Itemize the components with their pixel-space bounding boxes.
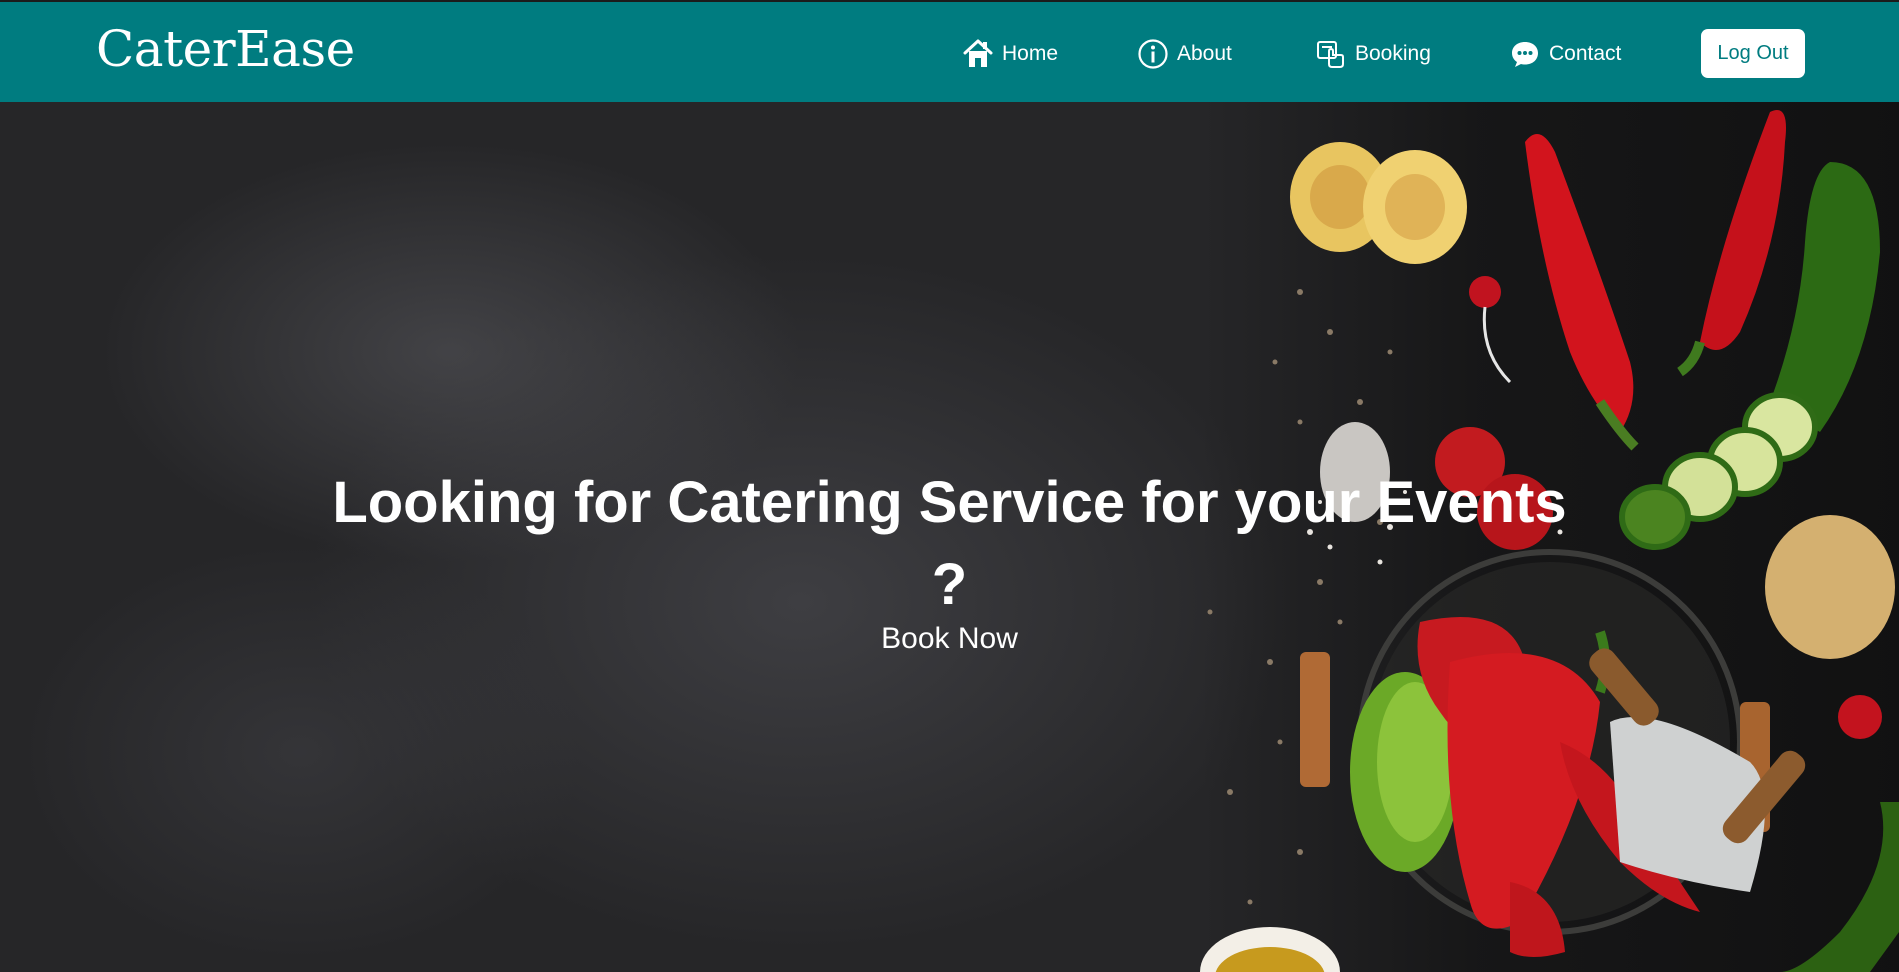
home-icon <box>962 38 994 70</box>
nav-about[interactable]: About <box>1137 34 1232 74</box>
nav-contact[interactable]: Contact <box>1509 34 1621 74</box>
hero-headline-line1: Looking for Catering Service for your Ev… <box>332 470 1567 535</box>
nav-about-label: About <box>1177 42 1232 65</box>
hero-section: Looking for Catering Service for your Ev… <box>0 102 1899 972</box>
hero-headline-line2: ? <box>931 552 968 617</box>
nav-home-label: Home <box>1002 42 1059 65</box>
info-icon <box>1137 38 1169 70</box>
booking-icon <box>1315 38 1347 70</box>
navbar: CaterEase Home About Booking Contact Log… <box>0 2 1899 102</box>
hero-headline: Looking for Catering Service for your Ev… <box>0 462 1899 626</box>
book-now-link[interactable]: Book Now <box>0 622 1899 656</box>
nav-home[interactable]: Home <box>962 34 1058 74</box>
brand-logo[interactable]: CaterEase <box>96 20 355 78</box>
nav-contact-label: Contact <box>1549 42 1622 65</box>
nav-booking[interactable]: Booking <box>1315 34 1431 74</box>
logout-button[interactable]: Log Out <box>1701 29 1805 78</box>
nav-booking-label: Booking <box>1355 42 1431 65</box>
page: CaterEase Home About Booking Contact Log… <box>0 0 1899 972</box>
chat-icon <box>1509 38 1541 70</box>
